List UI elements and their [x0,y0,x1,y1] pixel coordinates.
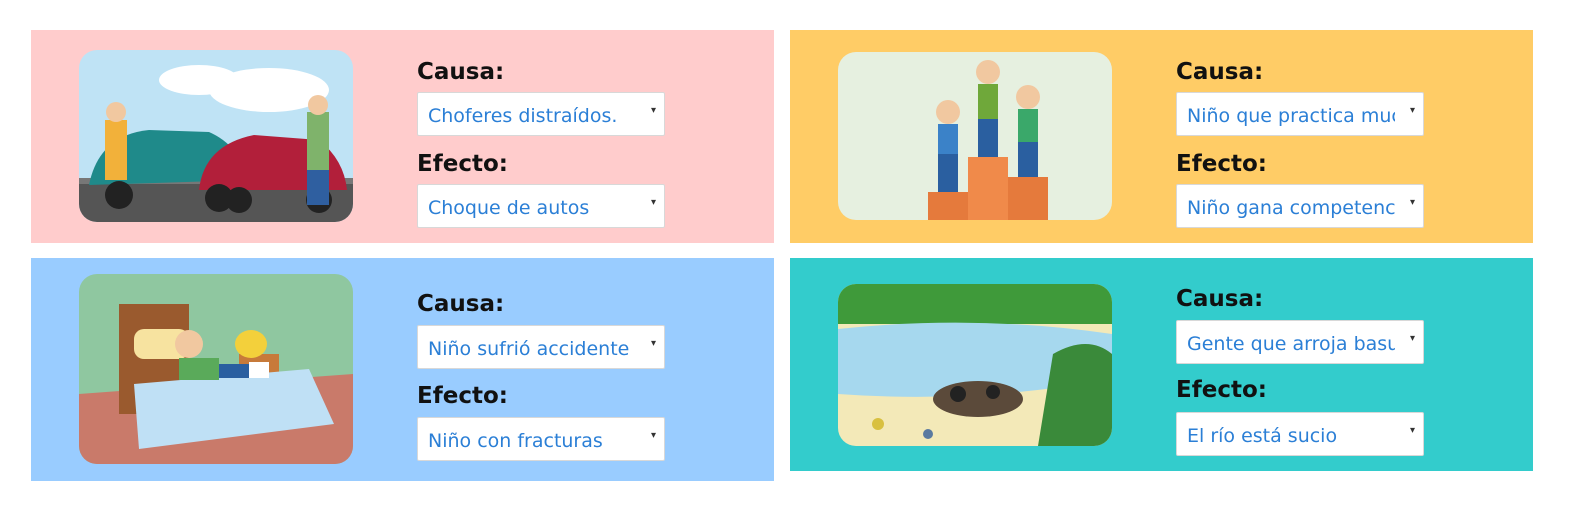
cause-select[interactable]: Gente que arroja basura ▾ [1176,320,1424,364]
effect-select[interactable]: Niño con fracturas ▾ [417,417,665,461]
chevron-down-icon: ▾ [1409,425,1415,436]
effect-label: Efecto: [417,383,508,409]
cause-select[interactable]: Niño sufrió accidente ▾ [417,325,665,369]
chevron-down-icon: ▾ [650,197,656,208]
cause-select-value: Gente que arroja basura [1187,333,1395,355]
effect-select[interactable]: Niño gana competencia ▾ [1176,184,1424,228]
effect-label: Efecto: [1176,377,1267,403]
effect-select-value: El río está sucio [1187,425,1338,447]
chevron-down-icon: ▾ [650,430,656,441]
cause-select-value: Niño sufrió accidente [428,338,630,360]
car-crash-image [79,50,353,222]
effect-select-value: Choque de autos [428,197,590,219]
chevron-down-icon: ▾ [650,338,656,349]
effect-label: Efecto: [1176,151,1267,177]
chevron-down-icon: ▾ [1409,333,1415,344]
cause-label: Causa: [417,291,505,317]
effect-select-value: Niño con fracturas [428,430,603,452]
cause-select-value: Choferes distraídos. [428,105,618,127]
polluted-river-image [838,284,1112,446]
cause-label: Causa: [1176,59,1264,85]
cause-select[interactable]: Choferes distraídos. ▾ [417,92,665,136]
cause-label: Causa: [417,59,505,85]
chevron-down-icon: ▾ [650,105,656,116]
chevron-down-icon: ▾ [1409,105,1415,116]
effect-label: Efecto: [417,151,508,177]
podium-image [838,52,1112,220]
effect-select-value: Niño gana competencia [1187,197,1395,219]
cause-select-value: Niño que practica mucho [1187,105,1395,127]
card-car-crash: Causa: Choferes distraídos. ▾ Efecto: Ch… [31,30,774,243]
card-polluted-river: Causa: Gente que arroja basura ▾ Efecto:… [790,258,1533,471]
chevron-down-icon: ▾ [1409,197,1415,208]
cause-select[interactable]: Niño que practica mucho ▾ [1176,92,1424,136]
effect-select[interactable]: El río está sucio ▾ [1176,412,1424,456]
card-injured-child: Causa: Niño sufrió accidente ▾ Efecto: N… [31,258,774,481]
injured-child-image [79,274,353,464]
effect-select[interactable]: Choque de autos ▾ [417,184,665,228]
card-podium: Causa: Niño que practica mucho ▾ Efecto:… [790,30,1533,243]
cause-label: Causa: [1176,286,1264,312]
